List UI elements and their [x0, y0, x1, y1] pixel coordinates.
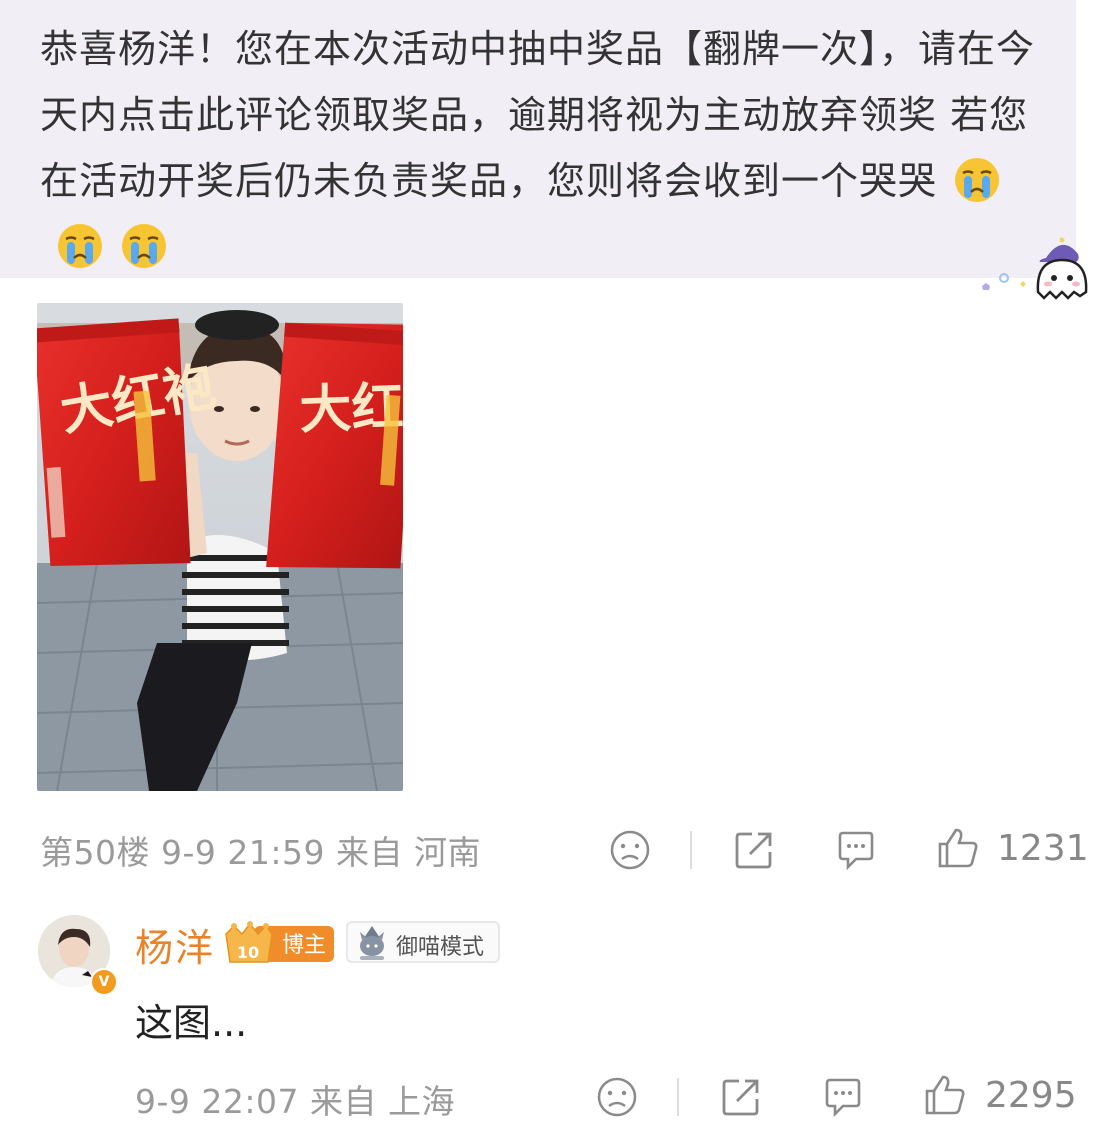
mode-badge[interactable]: 御喵模式 [346, 921, 500, 963]
like-thumb-icon[interactable] [936, 826, 980, 870]
comment-meta-text: 第50楼 9-9 21:59 来自 河南 [40, 833, 481, 872]
crying-face-icon [122, 224, 166, 268]
reply-text: 这图... [135, 1001, 248, 1045]
like-thumb-icon[interactable] [923, 1073, 967, 1117]
reply-meta-row: 9-9 22:07 来自 上海 2295 [135, 1065, 1095, 1125]
share-icon[interactable] [732, 828, 776, 872]
post-text: 恭喜杨洋！您在本次活动中抽中奖品【翻牌一次】，请在今天内点击此评论领取奖品，逾期… [40, 16, 1060, 280]
photo-image: 大红袍 大红袍 [37, 303, 403, 791]
action-divider [677, 1078, 679, 1116]
post-bubble[interactable]: 恭喜杨洋！您在本次活动中抽中奖品【翻牌一次】，请在今天内点击此评论领取奖品，逾期… [0, 0, 1076, 278]
blogger-badge: 10 博主 [225, 921, 334, 963]
reply-username[interactable]: 杨洋 [135, 917, 215, 972]
cat-wizard-icon [360, 926, 384, 960]
post-photo[interactable]: 大红袍 大红袍 [37, 303, 403, 791]
sad-face-icon[interactable] [595, 1075, 639, 1119]
comment-icon[interactable] [834, 828, 878, 872]
blogger-level: 10 [237, 943, 259, 962]
crying-face-icon [58, 224, 102, 268]
comment-icon[interactable] [821, 1075, 865, 1119]
blogger-label: 博主 [282, 933, 326, 958]
post-text-content: 恭喜杨洋！您在本次活动中抽中奖品【翻牌一次】，请在今天内点击此评论领取奖品，逾期… [40, 27, 1036, 203]
reply-comment: V 杨洋 10 博主 御喵模式 这图... 9-9 22:07 来自 上海 22… [38, 912, 1098, 1132]
ghost-bubble-decoration-icon [982, 237, 1088, 300]
like-count: 1231 [997, 828, 1089, 869]
comment-meta-row: 第50楼 9-9 21:59 来自 河南 1231 [40, 820, 1089, 880]
action-divider [690, 831, 692, 869]
crying-face-icon [955, 158, 1000, 202]
share-icon[interactable] [719, 1075, 763, 1119]
mode-badge-label: 御喵模式 [396, 935, 485, 960]
reply-like-count: 2295 [985, 1075, 1077, 1116]
sad-face-icon[interactable] [608, 828, 652, 872]
reply-meta-text: 9-9 22:07 来自 上海 [135, 1082, 455, 1121]
verified-badge: V [90, 968, 118, 996]
